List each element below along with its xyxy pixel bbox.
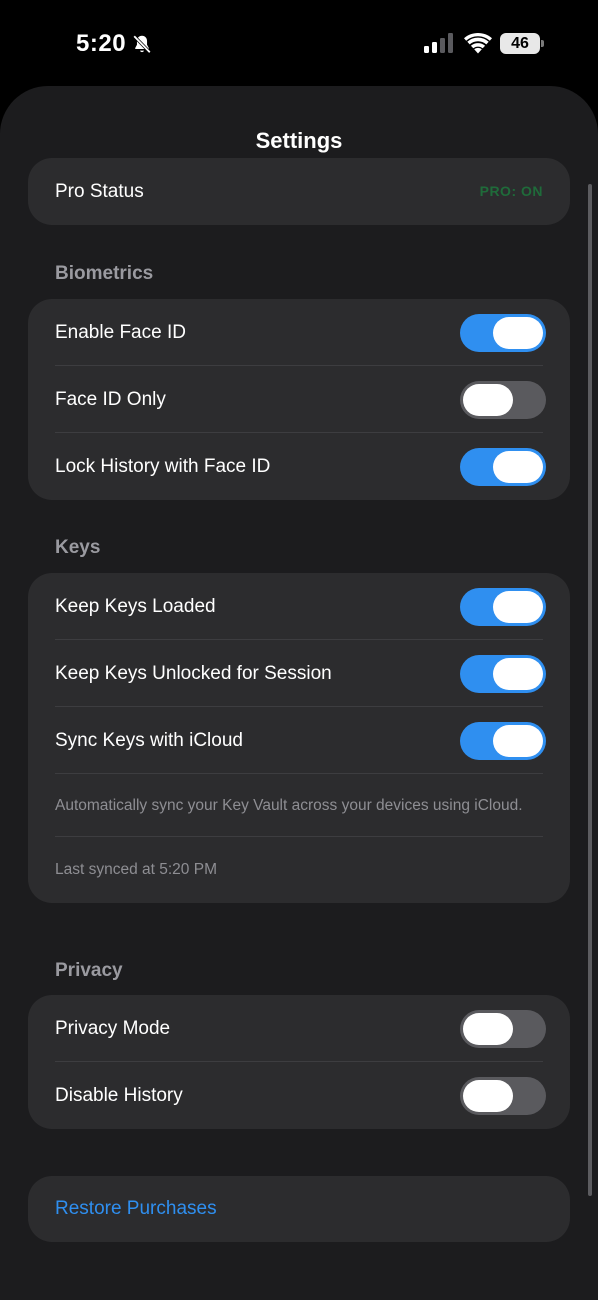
setting-label: Enable Face ID [55, 322, 186, 343]
keys-card: Keep Keys Loaded Keep Keys Unlocked for … [28, 573, 570, 903]
toggle-knob [493, 658, 543, 690]
setting-label: Keep Keys Loaded [55, 596, 216, 617]
setting-label: Sync Keys with iCloud [55, 730, 243, 751]
status-bar: 5:20 46 [0, 0, 598, 88]
biometrics-card: Enable Face ID Face ID Only Lock History… [28, 299, 570, 500]
setting-label: Face ID Only [55, 389, 166, 410]
scrollbar[interactable] [588, 184, 592, 1196]
lock-history-toggle[interactable] [460, 448, 546, 486]
setting-label: Disable History [55, 1085, 183, 1106]
toggle-knob [493, 725, 543, 757]
wifi-icon [464, 33, 492, 54]
toggle-knob [493, 591, 543, 623]
toggle-knob [463, 1013, 513, 1045]
setting-label: Privacy Mode [55, 1018, 171, 1039]
face-id-only-toggle[interactable] [460, 381, 546, 419]
restore-purchases-button[interactable]: Restore Purchases [28, 1176, 570, 1242]
sync-footnote: Automatically sync your Key Vault across… [28, 774, 570, 837]
battery-icon: 46 [500, 33, 544, 54]
settings-sheet: Settings Pro Status PRO: ON Biometrics E… [0, 86, 598, 1300]
battery-level: 46 [511, 35, 529, 52]
toggle-knob [463, 1080, 513, 1112]
setting-label: Keep Keys Unlocked for Session [55, 663, 332, 684]
toggle-knob [463, 384, 513, 416]
status-time: 5:20 [76, 30, 127, 57]
setting-row-keep-keys-unlocked: Keep Keys Unlocked for Session [28, 640, 570, 707]
toggle-knob [493, 317, 543, 349]
toggle-knob [493, 451, 543, 483]
section-header-privacy: Privacy [55, 960, 123, 981]
privacy-mode-toggle[interactable] [460, 1010, 546, 1048]
setting-row-disable-history: Disable History [28, 1062, 570, 1129]
setting-row-enable-face-id: Enable Face ID [28, 299, 570, 366]
page-title: Settings [255, 128, 343, 153]
sync-footnote-text: Automatically sync your Key Vault across… [55, 797, 523, 814]
section-header-biometrics: Biometrics [55, 263, 154, 284]
restore-purchases-label: Restore Purchases [55, 1198, 217, 1219]
setting-row-face-id-only: Face ID Only [28, 366, 570, 433]
setting-row-keep-keys-loaded: Keep Keys Loaded [28, 573, 570, 640]
setting-row-sync-keys-icloud: Sync Keys with iCloud [28, 707, 570, 774]
setting-row-privacy-mode: Privacy Mode [28, 995, 570, 1062]
pro-status-card: Pro Status PRO: ON [28, 158, 570, 225]
cellular-signal-icon [424, 33, 453, 53]
keep-keys-loaded-toggle[interactable] [460, 588, 546, 626]
pro-status-row[interactable]: Pro Status PRO: ON [28, 158, 570, 225]
last-synced-text: Last synced at 5:20 PM [55, 861, 217, 878]
pro-status-label: Pro Status [55, 181, 144, 202]
sync-keys-icloud-toggle[interactable] [460, 722, 546, 760]
bell-slash-icon [133, 35, 151, 54]
disable-history-toggle[interactable] [460, 1077, 546, 1115]
setting-row-lock-history: Lock History with Face ID [28, 433, 570, 500]
privacy-card: Privacy Mode Disable History [28, 995, 570, 1129]
setting-label: Lock History with Face ID [55, 456, 271, 477]
enable-face-id-toggle[interactable] [460, 314, 546, 352]
keep-keys-unlocked-toggle[interactable] [460, 655, 546, 693]
pro-status-value: PRO: ON [479, 183, 543, 199]
section-header-keys: Keys [55, 537, 101, 558]
